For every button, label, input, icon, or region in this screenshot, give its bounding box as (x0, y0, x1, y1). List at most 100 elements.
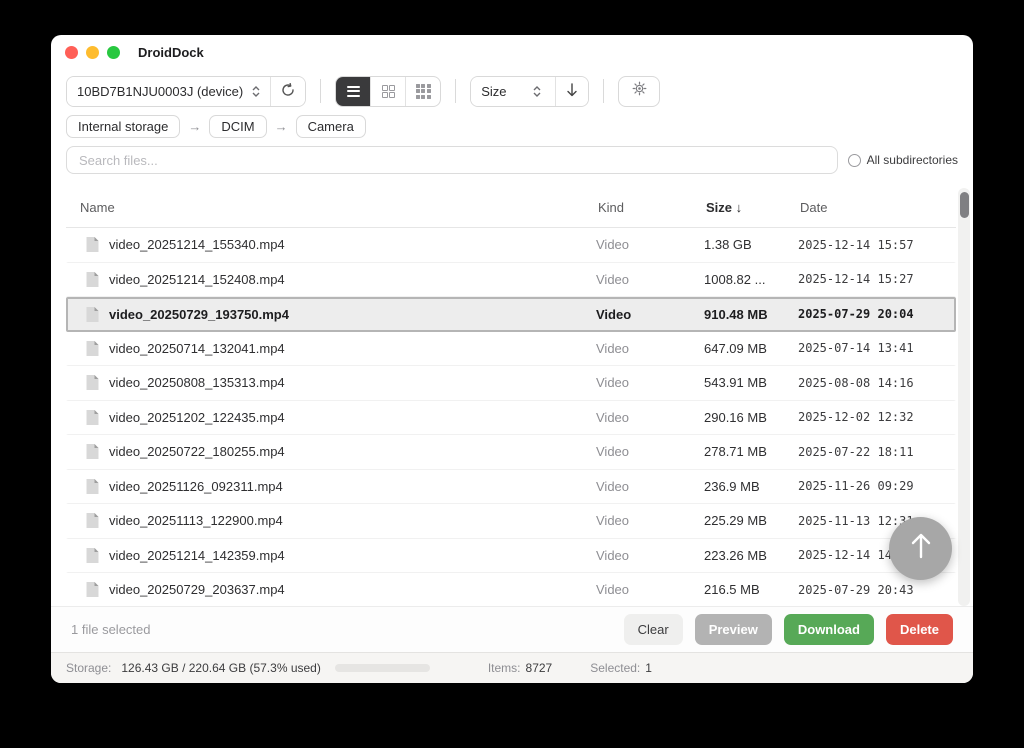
device-selector-group: 10BD7B1NJU0003J (device) (66, 75, 307, 107)
items-count: 8727 (525, 661, 553, 675)
table-row[interactable]: video_20250722_180255.mp4 Video 278.71 M… (66, 435, 956, 470)
checkbox-icon (847, 153, 861, 167)
minimize-window-button[interactable] (86, 45, 99, 59)
toolbar: 10BD7B1NJU0003J (device) Size (51, 69, 973, 113)
file-name: video_20251126_092311.mp4 (109, 478, 283, 494)
file-name: video_20251113_122900.mp4 (109, 513, 283, 529)
file-name: video_20250808_135313.mp4 (109, 375, 285, 391)
zoom-window-button[interactable] (107, 45, 120, 59)
table-row[interactable]: video_20251214_155340.mp4 Video 1.38 GB … (66, 228, 956, 263)
gear-icon (632, 81, 647, 101)
file-size: 647.09 MB (704, 340, 767, 356)
file-date: 2025-12-02 12:32 (798, 410, 914, 425)
file-size: 236.9 MB (704, 478, 760, 494)
breadcrumb-item-dcim[interactable]: DCIM (209, 115, 267, 138)
preview-button[interactable]: Preview (694, 614, 772, 645)
app-window: DroidDock 10BD7B1NJU0003J (device) Size … (51, 35, 973, 683)
file-date: 2025-07-29 20:43 (798, 582, 914, 597)
clear-button[interactable]: Clear (623, 614, 683, 645)
file-size: 278.71 MB (704, 444, 767, 460)
table-row[interactable]: video_20251126_092311.mp4 Video 236.9 MB… (66, 470, 956, 504)
file-kind: Video (596, 237, 630, 253)
storage-label: Storage: (66, 661, 112, 675)
selection-actions: Clear Preview Download Delete (623, 614, 953, 645)
table-row[interactable]: video_20251202_122435.mp4 Video 290.16 M… (66, 401, 956, 435)
selected-count: 1 (645, 661, 652, 675)
column-header-size[interactable]: Size ↓ (706, 200, 800, 215)
file-name: video_20251202_122435.mp4 (109, 409, 285, 425)
file-date: 2025-08-08 14:16 (798, 375, 914, 390)
file-size: 223.26 MB (704, 547, 767, 563)
view-mode-gallery-button[interactable] (406, 77, 440, 106)
file-date: 2025-07-14 13:41 (798, 341, 914, 356)
file-icon (85, 512, 100, 529)
scrollbar-thumb[interactable] (959, 192, 969, 218)
sort-select[interactable]: Size (471, 76, 556, 106)
file-kind: Video (596, 478, 630, 494)
file-kind: Video (596, 582, 630, 598)
file-kind: Video (596, 340, 630, 356)
file-icon (85, 478, 100, 495)
file-size: 1008.82 ... (704, 271, 766, 287)
file-table: Name Kind Size ↓ Date video_20251214_155… (66, 188, 970, 606)
selection-status: 1 file selected (71, 622, 151, 637)
table-row[interactable]: video_20250729_203637.mp4 Video 216.5 MB… (66, 573, 956, 606)
status-bar: Storage: 126.43 GB / 220.64 GB (57.3% us… (51, 652, 973, 683)
refresh-icon (281, 82, 295, 100)
breadcrumb-item-camera[interactable]: Camera (295, 115, 366, 138)
file-kind: Video (596, 409, 630, 425)
file-icon (85, 443, 100, 460)
column-header-date[interactable]: Date (800, 200, 956, 215)
sort-direction-button[interactable] (556, 76, 589, 106)
items-label: Items: (487, 661, 521, 675)
file-name: video_20251214_152408.mp4 (109, 271, 285, 287)
column-header-name[interactable]: Name (66, 200, 598, 215)
search-row: All subdirectories (51, 142, 973, 180)
file-name: video_20250729_203637.mp4 (109, 582, 285, 598)
all-subdirectories-label: All subdirectories (866, 153, 958, 167)
device-select[interactable]: 10BD7B1NJU0003J (device) (67, 76, 271, 106)
sort-group: Size (470, 75, 590, 107)
table-row[interactable]: video_20251214_142359.mp4 Video 223.26 M… (66, 539, 956, 573)
file-date: 2025-07-29 20:04 (798, 307, 914, 322)
file-icon (85, 236, 100, 253)
file-kind: Video (596, 375, 630, 391)
chevron-up-down-icon (252, 85, 260, 97)
file-icon (85, 547, 100, 564)
file-date: 2025-07-22 18:11 (798, 444, 914, 459)
file-name: video_20250729_193750.mp4 (109, 306, 289, 322)
grid-view-icon (381, 84, 395, 98)
file-icon (85, 340, 100, 357)
file-size: 910.48 MB (704, 306, 768, 322)
breadcrumb-item-internal-storage[interactable]: Internal storage (66, 115, 181, 138)
scroll-to-top-button[interactable] (889, 517, 952, 580)
table-row[interactable]: video_20250729_193750.mp4 Video 910.48 M… (66, 297, 956, 332)
file-size: 216.5 MB (704, 582, 760, 598)
file-icon (85, 306, 100, 323)
scrollbar[interactable] (958, 188, 970, 606)
table-row[interactable]: video_20251214_152408.mp4 Video 1008.82 … (66, 263, 956, 297)
column-header-kind[interactable]: Kind (598, 200, 706, 215)
file-name: video_20250714_132041.mp4 (109, 340, 285, 356)
settings-button[interactable] (618, 75, 661, 107)
table-body: video_20251214_155340.mp4 Video 1.38 GB … (66, 228, 956, 606)
all-subdirectories-toggle[interactable]: All subdirectories (847, 153, 958, 167)
download-button[interactable]: Download (783, 614, 874, 645)
toolbar-divider (455, 79, 457, 103)
table-row[interactable]: video_20250808_135313.mp4 Video 543.91 M… (66, 366, 956, 401)
toolbar-divider (603, 79, 605, 103)
file-size: 543.91 MB (704, 375, 767, 391)
file-icon (85, 409, 100, 426)
close-window-button[interactable] (65, 45, 78, 59)
file-size: 225.29 MB (704, 513, 767, 529)
breadcrumb: Internal storage → DCIM → Camera (51, 113, 973, 142)
refresh-button[interactable] (271, 76, 306, 106)
delete-button[interactable]: Delete (885, 614, 953, 645)
table-row[interactable]: video_20251113_122900.mp4 Video 225.29 M… (66, 504, 956, 539)
table-row[interactable]: video_20250714_132041.mp4 Video 647.09 M… (66, 332, 956, 366)
view-mode-list-button[interactable] (336, 76, 371, 106)
search-input[interactable] (66, 146, 838, 174)
selected-label: Selected: (590, 661, 641, 675)
view-mode-grid-button[interactable] (371, 77, 405, 106)
device-select-value: 10BD7B1NJU0003J (device) (77, 83, 244, 99)
